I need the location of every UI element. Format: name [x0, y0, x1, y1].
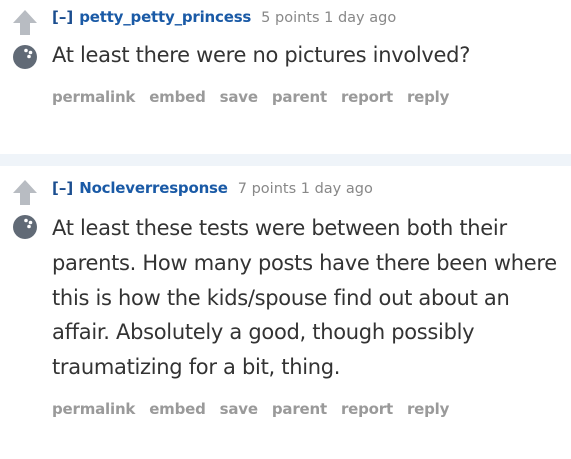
author-link[interactable]: petty_petty_princess: [79, 8, 251, 26]
comment-tagline: [–] Nocleverresponse 7 points 1 day ago: [52, 178, 373, 199]
comment-actions: permalink embed save parent report reply: [52, 87, 463, 107]
comment-1: [–] petty_petty_princess 5 points 1 day ag…: [0, 0, 571, 154]
comment-divider: [0, 154, 571, 166]
permalink-button[interactable]: permalink: [52, 400, 135, 418]
comment-2: [–] Nocleverresponse 7 points 1 day ago At…: [0, 166, 571, 459]
bowling-ball-avatar-icon: [13, 45, 37, 69]
score-time: 5 points 1 day ago: [261, 10, 397, 26]
permalink-button[interactable]: permalink: [52, 88, 135, 106]
parent-button[interactable]: parent: [272, 88, 327, 106]
comment-body: At least there were no pictures involved…: [52, 43, 471, 67]
vote-column: [12, 178, 38, 239]
collapse-toggle[interactable]: [–]: [52, 8, 73, 26]
bowling-ball-avatar-icon: [13, 215, 37, 239]
embed-button[interactable]: embed: [149, 400, 206, 418]
collapse-toggle[interactable]: [–]: [52, 179, 73, 197]
reply-button[interactable]: reply: [407, 400, 449, 418]
reply-button[interactable]: reply: [407, 88, 449, 106]
author-link[interactable]: Nocleverresponse: [79, 179, 228, 197]
report-button[interactable]: report: [341, 400, 393, 418]
parent-button[interactable]: parent: [272, 400, 327, 418]
upvote-arrow-icon[interactable]: [12, 8, 38, 36]
save-button[interactable]: save: [220, 400, 258, 418]
embed-button[interactable]: embed: [149, 88, 206, 106]
vote-column: [12, 8, 38, 69]
report-button[interactable]: report: [341, 88, 393, 106]
comment-actions: permalink embed save parent report reply: [52, 399, 463, 419]
comment-tagline: [–] petty_petty_princess 5 points 1 day ag…: [52, 7, 396, 28]
comment-body: At least these tests were between both t…: [52, 216, 557, 380]
save-button[interactable]: save: [220, 88, 258, 106]
score-time: 7 points 1 day ago: [237, 181, 373, 197]
upvote-arrow-icon[interactable]: [12, 178, 38, 206]
